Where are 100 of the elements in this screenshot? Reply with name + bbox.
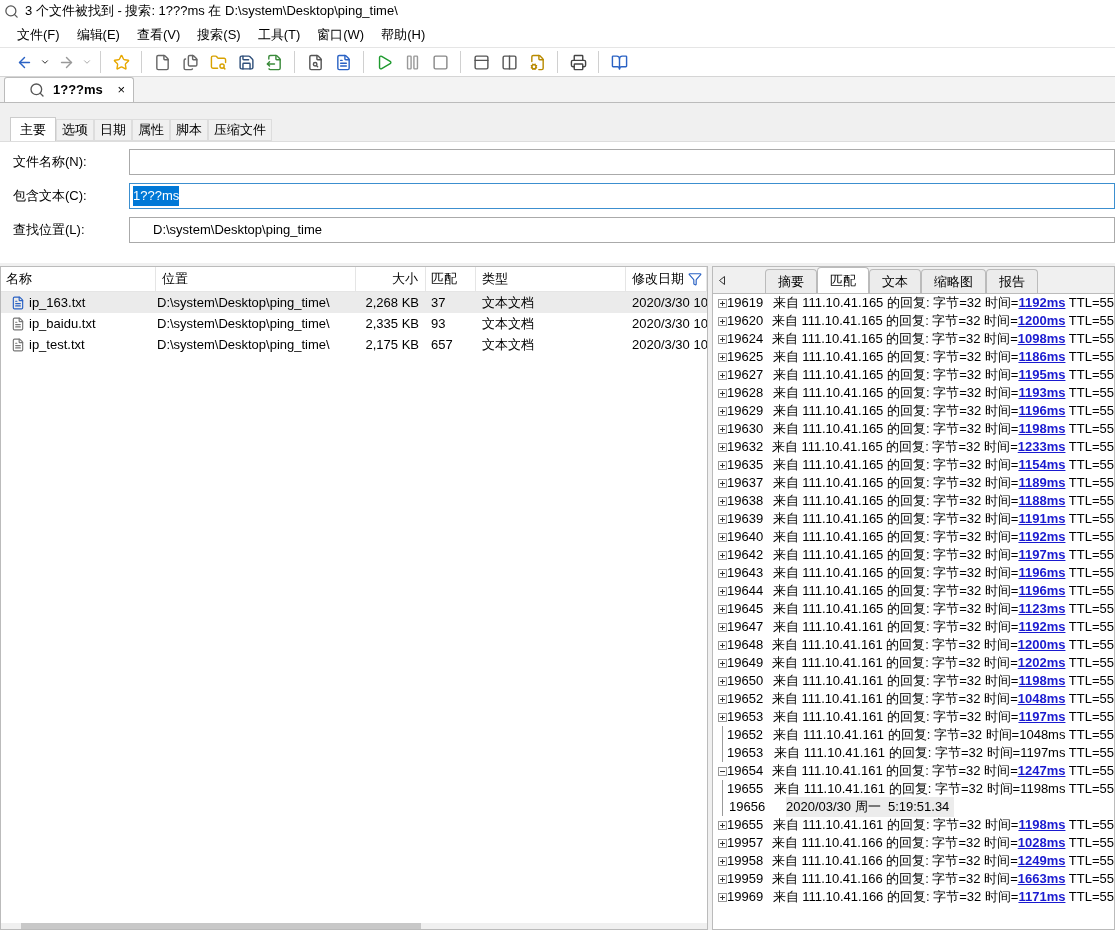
match-link[interactable]: 1048ms: [1017, 689, 1066, 709]
expand-icon[interactable]: [718, 424, 727, 434]
match-text: TTL=55: [1067, 438, 1114, 457]
expand-icon[interactable]: [718, 406, 727, 416]
menu-item[interactable]: 工具(T): [250, 23, 308, 46]
search-tab[interactable]: 主要: [10, 117, 56, 141]
match-link[interactable]: 1098ms: [1017, 329, 1066, 349]
match-link[interactable]: 1198ms: [1018, 419, 1066, 439]
match-link[interactable]: 1123ms: [1018, 599, 1066, 619]
expand-icon[interactable]: [718, 694, 727, 704]
match-link[interactable]: 1028ms: [1017, 833, 1066, 853]
expand-icon[interactable]: [718, 334, 727, 344]
preview-tab[interactable]: 摘要: [765, 269, 817, 293]
match-link[interactable]: 1192ms: [1018, 617, 1066, 637]
line-number: 19655: [727, 780, 765, 799]
input-field[interactable]: 1???ms: [129, 183, 1115, 209]
search-tab[interactable]: 选项: [56, 119, 94, 141]
match-link[interactable]: 1196ms: [1018, 563, 1066, 583]
input-field[interactable]: [129, 149, 1115, 175]
match-link[interactable]: 1191ms: [1018, 509, 1066, 529]
file-row[interactable]: ip_163.txt D:\system\Desktop\ping_time\ 2,268 KB 37 文本文档 2020/3/30 10: [1, 292, 707, 313]
scroll-left-icon[interactable]: [719, 276, 725, 285]
column-header[interactable]: 位置: [156, 267, 356, 291]
menu-item[interactable]: 文件(F): [10, 23, 67, 46]
expand-icon[interactable]: [718, 316, 727, 326]
expand-icon[interactable]: [718, 712, 727, 722]
file-row[interactable]: ip_baidu.txt D:\system\Desktop\ping_time\ 2,335 KB 93 文本文档 2020/3/30 10: [1, 313, 707, 334]
match-link[interactable]: 1233ms: [1017, 437, 1066, 457]
search-tab[interactable]: 压缩文件: [208, 119, 272, 141]
match-link[interactable]: 1198ms: [1018, 815, 1066, 835]
expand-icon[interactable]: [718, 838, 727, 848]
expand-icon[interactable]: [718, 568, 727, 578]
match-link[interactable]: 1193ms: [1018, 383, 1066, 403]
match-link[interactable]: 1196ms: [1018, 401, 1066, 421]
match-link[interactable]: 1195ms: [1018, 365, 1066, 385]
match-link[interactable]: 1663ms: [1017, 869, 1066, 889]
expand-icon[interactable]: [718, 622, 727, 632]
match-link[interactable]: 1189ms: [1018, 473, 1066, 493]
menu-item[interactable]: 查看(V): [129, 23, 188, 46]
match-link[interactable]: 1188ms: [1018, 491, 1066, 511]
expand-icon[interactable]: [718, 604, 727, 614]
column-header[interactable]: 类型: [476, 267, 626, 291]
expand-icon[interactable]: [718, 640, 727, 650]
match-link[interactable]: 1192ms: [1018, 527, 1066, 547]
expand-icon[interactable]: [718, 298, 727, 308]
preview-tab[interactable]: 缩略图: [921, 269, 986, 293]
expand-icon[interactable]: [718, 874, 727, 884]
match-text: TTL=55: [1067, 816, 1114, 835]
column-header[interactable]: 匹配: [426, 267, 476, 291]
match-link[interactable]: 1197ms: [1018, 707, 1066, 727]
expand-icon[interactable]: [718, 514, 727, 524]
expand-icon[interactable]: [718, 532, 727, 542]
file-row[interactable]: ip_test.txt D:\system\Desktop\ping_time\ 2,175 KB 657 文本文档 2020/3/30 10: [1, 334, 707, 355]
column-header[interactable]: 修改日期: [626, 267, 707, 291]
file-size: 2,175 KB: [364, 335, 420, 354]
document-tab[interactable]: 1???ms ×: [4, 77, 134, 102]
match-link[interactable]: 1198ms: [1018, 671, 1066, 691]
search-tab[interactable]: 脚本: [170, 119, 208, 141]
expand-icon[interactable]: [718, 352, 727, 362]
menu-item[interactable]: 搜索(S): [190, 23, 248, 46]
preview-tab[interactable]: 匹配: [817, 267, 869, 293]
match-link[interactable]: 1192ms: [1018, 293, 1066, 313]
match-link[interactable]: 1202ms: [1017, 653, 1066, 673]
match-link[interactable]: 1200ms: [1017, 311, 1066, 331]
expand-icon[interactable]: [718, 658, 727, 668]
expand-icon[interactable]: [718, 892, 727, 902]
expand-icon[interactable]: [718, 478, 727, 488]
expand-icon[interactable]: [718, 388, 727, 398]
expand-icon[interactable]: [718, 856, 727, 866]
match-text: TTL=55: [1067, 672, 1114, 691]
expand-icon[interactable]: [718, 442, 727, 452]
input-field[interactable]: D:\system\Desktop\ping_time: [129, 217, 1115, 243]
preview-tab[interactable]: 文本: [869, 269, 921, 293]
menu-item[interactable]: 帮助(H): [374, 23, 433, 46]
expand-icon[interactable]: [718, 820, 727, 830]
match-link[interactable]: 1196ms: [1018, 581, 1066, 601]
expand-icon[interactable]: [718, 370, 727, 380]
collapse-icon[interactable]: [718, 766, 727, 776]
expand-icon[interactable]: [718, 586, 727, 596]
match-link[interactable]: 1247ms: [1017, 761, 1066, 781]
match-link[interactable]: 1171ms: [1018, 887, 1066, 907]
horizontal-scrollbar[interactable]: [1, 923, 707, 929]
expand-icon[interactable]: [718, 496, 727, 506]
preview-tab[interactable]: 报告: [986, 269, 1038, 293]
match-link[interactable]: 1154ms: [1018, 455, 1066, 475]
column-header[interactable]: 名称: [1, 267, 156, 291]
menu-item[interactable]: 编辑(E): [69, 23, 127, 46]
expand-icon[interactable]: [718, 460, 727, 470]
match-link[interactable]: 1200ms: [1017, 635, 1066, 655]
expand-icon[interactable]: [718, 676, 727, 686]
menu-item[interactable]: 窗口(W): [310, 23, 372, 46]
search-tab[interactable]: 属性: [132, 119, 170, 141]
search-tab[interactable]: 日期: [94, 119, 132, 141]
column-header[interactable]: 大小: [356, 267, 426, 291]
match-link[interactable]: 1186ms: [1018, 347, 1066, 367]
match-link[interactable]: 1249ms: [1017, 851, 1066, 871]
expand-icon[interactable]: [718, 550, 727, 560]
match-link[interactable]: 1197ms: [1018, 545, 1066, 565]
close-button[interactable]: ×: [117, 80, 125, 100]
match-text: TTL=55: [1067, 420, 1114, 439]
